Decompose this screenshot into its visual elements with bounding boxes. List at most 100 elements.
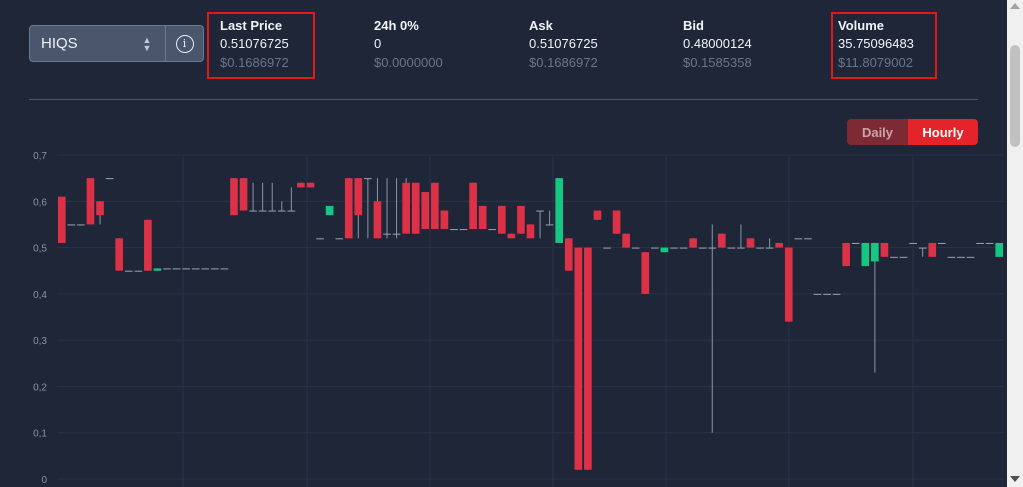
- candle-body: [163, 268, 171, 270]
- candle-body: [899, 256, 908, 258]
- candle-body: [77, 224, 85, 226]
- candle-body: [660, 247, 669, 253]
- candle-body: [727, 247, 736, 249]
- candle-body: [344, 178, 353, 239]
- candle-body: [402, 182, 410, 234]
- candle-body: [172, 268, 181, 270]
- candle-body: [230, 178, 238, 216]
- candle-body: [364, 178, 372, 180]
- candle-body: [517, 205, 525, 234]
- candle-body: [698, 247, 707, 249]
- candle-body: [574, 247, 583, 470]
- candle-body: [536, 210, 544, 212]
- y-tick-label: 0,2: [33, 382, 47, 393]
- y-tick-label: 0,4: [33, 290, 47, 301]
- candle-body: [96, 201, 104, 216]
- candle-body: [708, 247, 717, 249]
- candle-body: [411, 182, 420, 234]
- candle-body: [842, 242, 850, 267]
- candle-body: [737, 247, 745, 249]
- candle-body: [832, 293, 841, 295]
- candle-body: [57, 196, 66, 243]
- candle-body: [497, 205, 506, 234]
- candle-body: [928, 242, 937, 257]
- y-tick-label: 0,5: [33, 244, 47, 255]
- candle-body: [478, 205, 487, 230]
- candle-body: [115, 238, 124, 271]
- candle-body: [689, 238, 697, 248]
- candle-body: [277, 210, 286, 212]
- candle-body: [153, 268, 162, 271]
- candle-body: [937, 242, 946, 244]
- candle-body: [813, 293, 822, 295]
- candle-body: [325, 205, 334, 216]
- candle-body: [651, 247, 659, 249]
- candle-body: [641, 252, 650, 294]
- candle-body: [268, 210, 277, 212]
- candle-body: [459, 229, 468, 231]
- candle-body: [775, 242, 784, 248]
- candle-body: [584, 247, 592, 470]
- candle-body: [469, 182, 477, 230]
- candle-body: [191, 268, 200, 270]
- candle-body: [784, 247, 793, 322]
- candle-body: [918, 247, 927, 249]
- candle-body: [717, 233, 726, 248]
- y-tick-label: 0,1: [33, 429, 47, 440]
- candle-body: [564, 238, 573, 271]
- candle-body: [880, 242, 889, 257]
- candle-body: [488, 229, 497, 231]
- candle-body: [947, 256, 956, 258]
- candle-body: [593, 210, 602, 220]
- candle-body: [507, 233, 516, 239]
- candle-body: [373, 201, 382, 239]
- candle-body: [545, 224, 554, 226]
- candle-body: [86, 178, 95, 225]
- candle-body: [966, 256, 975, 258]
- candle-body: [679, 247, 688, 249]
- candle-body: [612, 210, 621, 234]
- candle-body: [306, 182, 315, 188]
- candle-body: [220, 268, 229, 270]
- candle-body: [421, 192, 430, 230]
- candle-body: [316, 238, 324, 240]
- candle-body: [383, 233, 391, 235]
- y-tick-label: 0,7: [33, 151, 47, 162]
- candle-body: [631, 247, 640, 249]
- candle-body: [211, 268, 219, 270]
- candle-body: [985, 242, 994, 244]
- y-tick-label: 0,6: [33, 197, 47, 208]
- y-tick-label: 0: [41, 475, 47, 486]
- candle-body: [67, 224, 76, 226]
- candle-body: [957, 256, 965, 258]
- scroll-up-arrow-icon[interactable]: [1010, 3, 1020, 9]
- candle-body: [804, 238, 812, 240]
- candle-body: [851, 242, 860, 244]
- candle-body: [603, 247, 611, 249]
- candle-body: [746, 238, 755, 248]
- candle-body: [392, 233, 401, 235]
- candle-body: [995, 242, 1004, 257]
- scroll-down-arrow-icon[interactable]: [1010, 476, 1020, 482]
- candle-body: [249, 210, 257, 212]
- candle-body: [354, 178, 363, 216]
- candle-body: [134, 270, 143, 272]
- candle-body: [239, 178, 248, 211]
- candle-body: [976, 242, 984, 244]
- candle-body: [440, 210, 449, 230]
- candle-body: [144, 219, 152, 271]
- candle-body: [124, 270, 133, 272]
- candle-body: [622, 233, 630, 248]
- candle-body: [823, 293, 831, 295]
- candle-body: [201, 268, 210, 270]
- candlestick-chart: 0 0,1 0,2 0,3 0,4 0,5 0,6 0,7: [33, 151, 1004, 487]
- candle-body: [526, 224, 535, 239]
- candle-body: [555, 178, 564, 243]
- candle-body: [182, 268, 190, 270]
- candle-body: [765, 247, 774, 249]
- candle-body: [450, 229, 458, 231]
- candle-body: [909, 242, 917, 244]
- candle-body: [756, 247, 764, 249]
- candle-body: [258, 210, 267, 212]
- scrollbar-thumb[interactable]: [1010, 45, 1020, 147]
